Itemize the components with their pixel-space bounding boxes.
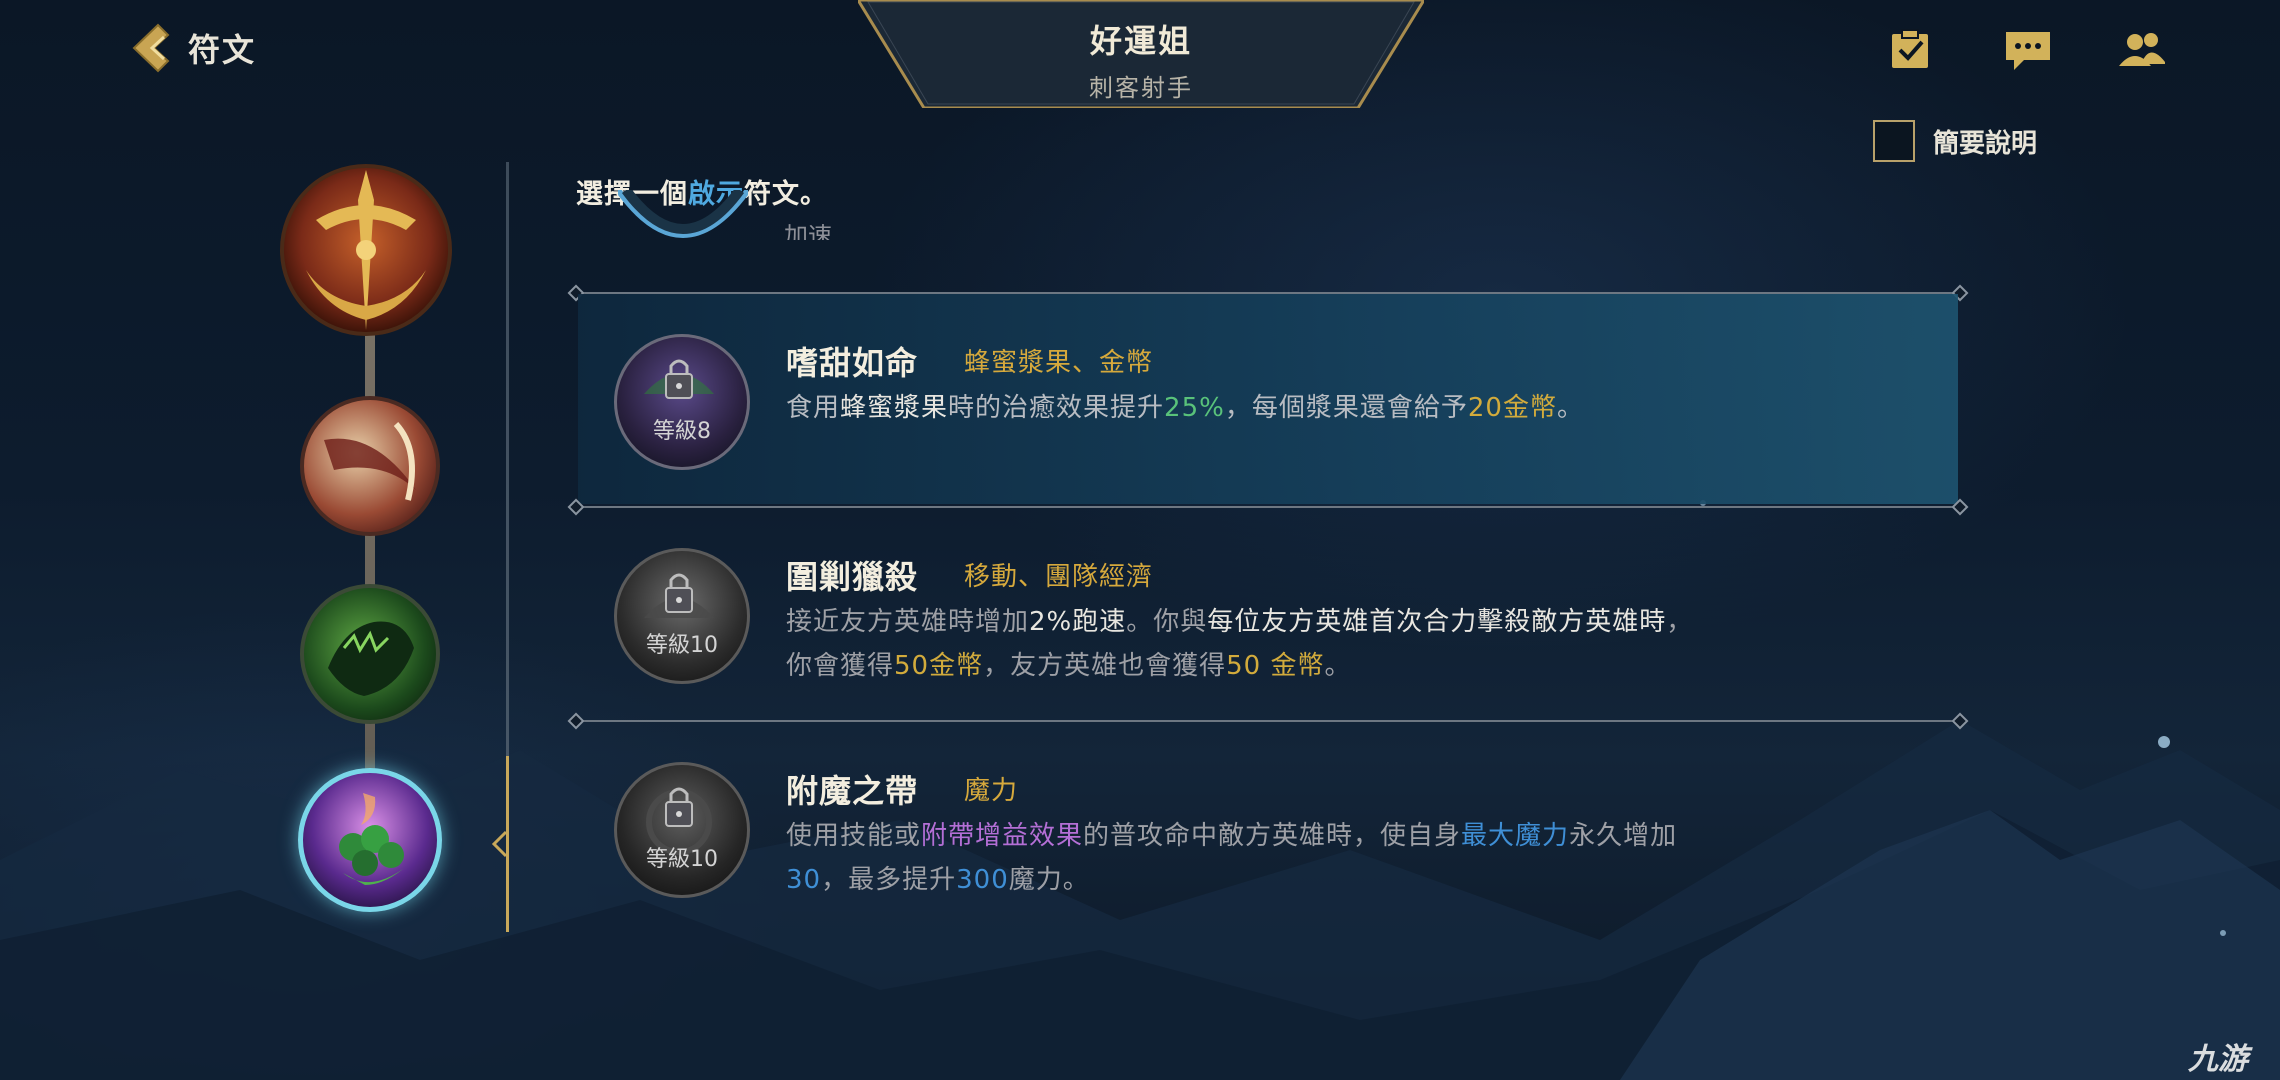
keystone-rune-node[interactable]: [276, 160, 456, 340]
back-label: 符文: [188, 31, 257, 69]
description-segment: 每位友方英雄首次合力擊殺敵方英雄時: [1207, 607, 1667, 637]
rune-icon-locked: 等級8: [614, 334, 750, 470]
description-segment: 附帶增益效果: [921, 821, 1084, 851]
rune-unlock-level: 等級8: [653, 419, 711, 444]
description-segment: 50 金幣: [1226, 651, 1325, 681]
description-segment: 永久增加: [1569, 821, 1678, 851]
friends-icon: [2119, 33, 2165, 66]
summary-label: 簡要說明: [1933, 128, 2038, 159]
rune-description: 使用技能或附帶增益效果的普攻命中敵方英雄時，使自身最大魔力永久增加 30，最多提升…: [786, 814, 1806, 902]
rune-description: 食用蜂蜜漿果時的治癒效果提升25%，每個漿果還會給予20金幣。: [786, 386, 1806, 430]
champion-role: 刺客射手: [1089, 74, 1193, 102]
scrolled-rune-icon: [618, 190, 748, 258]
summary-toggle[interactable]: 簡要說明: [1873, 120, 2037, 162]
description-segment: 接近友方英雄時增加: [786, 607, 1030, 637]
description-segment: 。: [1556, 393, 1584, 423]
chat-button[interactable]: [2000, 22, 2056, 78]
champion-title-plate: 好運姐 刺客射手: [858, 0, 1424, 108]
description-segment: 300: [956, 865, 1009, 895]
description-segment: 你會獲得: [786, 651, 895, 681]
description-segment: 。: [1324, 651, 1352, 681]
description-segment: 食用: [786, 393, 841, 423]
description-segment: 25%: [1164, 393, 1225, 423]
description-segment: 魔力: [1008, 865, 1063, 895]
description-segment: 。: [1062, 865, 1090, 895]
description-segment: 2%跑速: [1029, 607, 1127, 637]
rune-name: 附魔之帶: [786, 772, 919, 810]
back-button[interactable]: 符文: [128, 20, 256, 76]
domination-rune-node-2[interactable]: [300, 584, 440, 724]
rune-tags: 魔力: [964, 776, 1019, 806]
inspiration-rune-node-selected[interactable]: [298, 768, 442, 912]
description-segment: 最大魔力: [1461, 821, 1570, 851]
berry-rune-icon: [339, 793, 404, 885]
selection-pointer-icon: [492, 830, 508, 858]
watermark-logo: 九游: [2188, 1042, 2248, 1077]
description-segment: 30: [786, 865, 822, 895]
description-segment: ，: [1666, 607, 1694, 637]
scrolled-rune-text: 加速: [784, 222, 832, 240]
rune-path: [276, 160, 476, 920]
rune-option-manaflow-band[interactable]: 等級10 附魔之帶 魔力 使用技能或附帶增益效果的普攻命中敵方英雄時，使自身最大…: [578, 722, 1958, 932]
description-segment: 。你與: [1126, 607, 1208, 637]
rune-option-sweet-tooth[interactable]: 等級8 嗜甜如命 蜂蜜漿果、金幣 食用蜂蜜漿果時的治癒效果提升25%，每個漿果還…: [578, 294, 1958, 504]
description-segment: ，每個漿果還會給予: [1224, 393, 1468, 423]
star-decoration: [2220, 930, 2226, 936]
rune-tags: 移動、團隊經濟: [964, 562, 1154, 592]
description-segment: 使用技能或: [786, 821, 922, 851]
friends-button[interactable]: [2114, 22, 2170, 78]
rune-icon-locked: 等級10: [614, 548, 750, 684]
description-segment: 20金幣: [1467, 393, 1557, 423]
description-segment: ，友方英雄也會獲得: [983, 651, 1227, 681]
rune-unlock-level: 等級10: [646, 847, 718, 872]
chat-icon: [2006, 32, 2050, 70]
rune-name: 圍剿獵殺: [786, 558, 919, 596]
rune-icon-locked: 等級10: [614, 762, 750, 898]
rune-tags: 蜂蜜漿果、金幣: [964, 348, 1154, 378]
rune-name: 嗜甜如命: [786, 344, 919, 382]
description-segment: 50金幣: [894, 651, 984, 681]
beast-rune-icon: [328, 621, 414, 696]
slash-rune-icon: [324, 421, 416, 501]
rune-option-ultimate-hunter[interactable]: 等級10 圍剿獵殺 移動、團隊經濟 接近友方英雄時增加2%跑速。你與每位友方英雄…: [578, 508, 1958, 718]
star-decoration: [2158, 736, 2170, 748]
quest-checklist-icon: [1892, 29, 1928, 68]
quest-button[interactable]: [1882, 22, 1938, 78]
description-segment: 的普攻命中敵方英雄時，使自身: [1083, 821, 1462, 851]
summary-checkbox[interactable]: [1873, 120, 1915, 162]
chevron-left-icon: [132, 23, 170, 73]
description-segment: 時的治癒效果提升: [948, 393, 1165, 423]
description-segment: 蜂蜜漿果: [840, 393, 949, 423]
rune-description: 接近友方英雄時增加2%跑速。你與每位友方英雄首次合力擊殺敵方英雄時， 你會獲得50…: [786, 600, 1806, 688]
champion-name: 好運姐: [1089, 22, 1192, 60]
domination-rune-node-1[interactable]: [300, 396, 440, 536]
rune-unlock-level: 等級10: [646, 633, 718, 658]
keystone-rune-icon: [280, 164, 452, 336]
description-segment: ，最多提升: [821, 865, 957, 895]
